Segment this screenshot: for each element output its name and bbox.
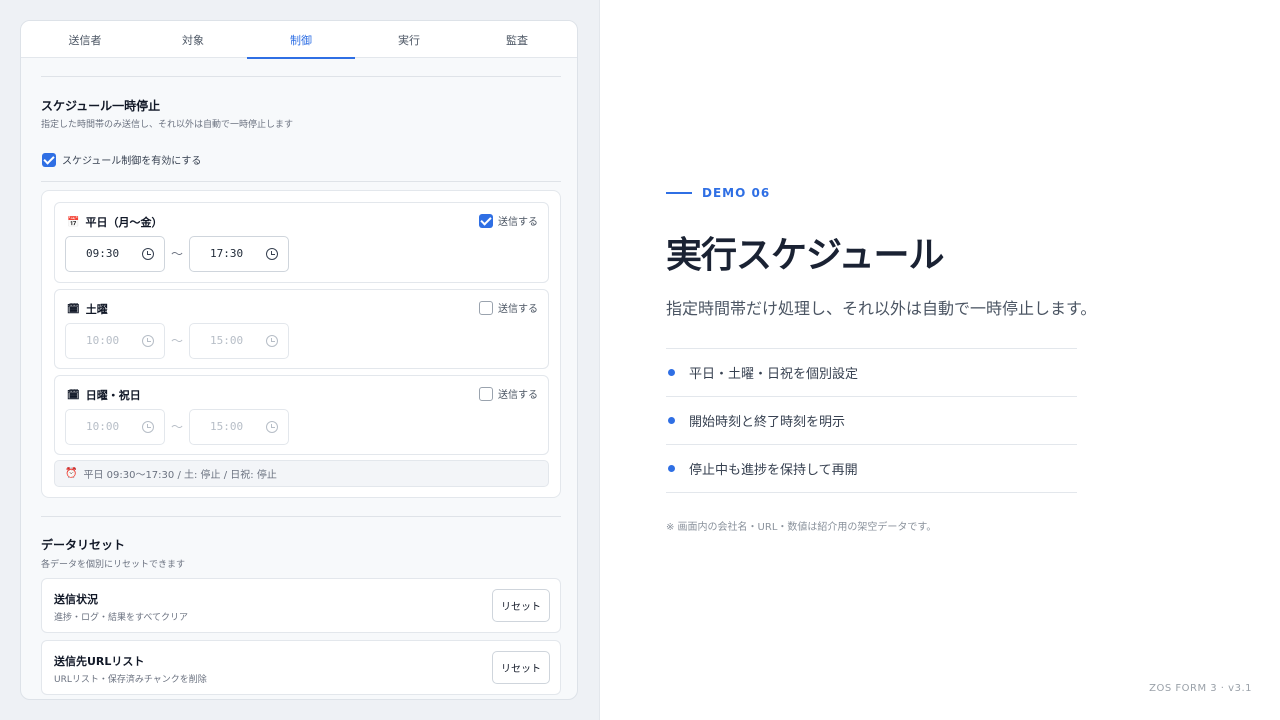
bullet-icon xyxy=(668,465,675,472)
time-separator: 〜 xyxy=(171,420,184,434)
schedule-section-title: スケジュール一時停止 xyxy=(41,99,161,113)
clock-icon xyxy=(266,335,278,347)
reset-section-subtitle: 各データを個別にリセットできます xyxy=(41,560,186,570)
feature-text: 開始時刻と終了時刻を明示 xyxy=(689,415,846,430)
clock-icon xyxy=(266,421,278,433)
saturday-schedule: 🗓 土曜 送信する 10:00 〜 15:00 xyxy=(54,289,549,369)
sunday-holiday-schedule: 🗓 日曜・祝日 送信する 10:00 〜 15:00 xyxy=(54,375,549,455)
sunday-start-value: 10:00 xyxy=(86,420,120,433)
demo-label: DEMO 06 xyxy=(702,186,771,200)
schedule-box: 📅 平日（月〜金） 送信する 09:30 〜 17:30 🗓 土曜 送信する 1… xyxy=(41,190,561,498)
clock-icon xyxy=(142,248,154,260)
hero-title: 実行スケジュール xyxy=(666,235,944,276)
sunday-end-time[interactable]: 15:00 xyxy=(189,409,289,445)
reset-card-url-list: 送信先URLリスト URLリスト・保存済みチャンクを削除 リセット xyxy=(41,640,561,695)
tab-target[interactable]: 対象 xyxy=(139,21,247,58)
reset-url-list-button[interactable]: リセット xyxy=(492,651,550,684)
reset-card-desc: URLリスト・保存済みチャンクを削除 xyxy=(54,675,207,685)
time-separator: 〜 xyxy=(171,334,184,348)
clock-icon xyxy=(142,421,154,433)
saturday-send-checkbox[interactable] xyxy=(479,300,493,315)
clock-icon xyxy=(266,248,278,260)
saturday-start-time[interactable]: 10:00 xyxy=(65,323,165,359)
alarm-clock-icon: ⏰ xyxy=(65,468,78,479)
schedule-summary-text: 平日 09:30〜17:30 / 土: 停止 / 日祝: 停止 xyxy=(83,470,277,481)
feature-item: 平日・土曜・日祝を個別設定 xyxy=(666,349,1077,397)
settings-panel: 送信者 対象 制御 実行 監査 スケジュール一時停止 指定した時間帯のみ送信し、… xyxy=(20,20,578,700)
feature-list: 平日・土曜・日祝を個別設定 開始時刻と終了時刻を明示 停止中も進捗を保持して再開 xyxy=(666,348,1077,493)
clock-icon xyxy=(142,335,154,347)
reset-card-title: 送信先URLリスト xyxy=(54,655,145,668)
schedule-enable-row[interactable]: スケジュール制御を有効にする xyxy=(42,152,201,167)
weekday-send-checkbox[interactable] xyxy=(479,213,493,228)
demo-eyebrow: DEMO 06 xyxy=(666,186,770,200)
eyebrow-line xyxy=(666,192,692,194)
tab-execute[interactable]: 実行 xyxy=(355,21,463,58)
calendar-one-icon: 🗓 xyxy=(67,303,80,315)
feature-item: 停止中も進捗を保持して再開 xyxy=(666,445,1077,493)
calendar-icon: 📅 xyxy=(67,216,80,228)
tab-bar: 送信者 対象 制御 実行 監査 xyxy=(21,21,577,59)
saturday-send-toggle[interactable]: 送信する xyxy=(479,300,538,315)
sunday-holiday-label: 日曜・祝日 xyxy=(85,389,141,402)
tab-sender[interactable]: 送信者 xyxy=(31,21,139,58)
schedule-enable-checkbox[interactable] xyxy=(42,152,56,167)
weekday-start-time[interactable]: 09:30 xyxy=(65,236,165,272)
feature-item: 開始時刻と終了時刻を明示 xyxy=(666,397,1077,445)
reset-section-title: データリセット xyxy=(41,538,126,552)
weekday-send-toggle[interactable]: 送信する xyxy=(479,213,538,228)
weekday-end-value: 17:30 xyxy=(210,247,244,260)
reset-send-status-button[interactable]: リセット xyxy=(492,589,550,622)
sunday-send-checkbox[interactable] xyxy=(479,386,493,401)
feature-text: 平日・土曜・日祝を個別設定 xyxy=(689,367,859,382)
sunday-send-toggle[interactable]: 送信する xyxy=(479,386,538,401)
weekday-end-time[interactable]: 17:30 xyxy=(189,236,289,272)
saturday-start-value: 10:00 xyxy=(86,334,120,347)
sunday-start-time[interactable]: 10:00 xyxy=(65,409,165,445)
weekday-label: 平日（月〜金） xyxy=(85,216,163,229)
bullet-icon xyxy=(668,417,675,424)
section-divider xyxy=(41,181,561,182)
saturday-end-value: 15:00 xyxy=(210,334,244,347)
calendar-one-icon: 🗓 xyxy=(67,389,80,401)
scrollbar-thumb[interactable] xyxy=(577,461,578,656)
schedule-enable-label: スケジュール制御を有効にする xyxy=(62,156,202,167)
feature-text: 停止中も進捗を保持して再開 xyxy=(689,463,858,478)
saturday-send-label: 送信する xyxy=(498,304,538,315)
disclaimer-note: ※ 画面内の会社名・URL・数値は紹介用の架空データです。 xyxy=(666,522,937,533)
schedule-section-subtitle: 指定した時間帯のみ送信し、それ以外は自動で一時停止します xyxy=(41,120,294,130)
section-divider xyxy=(41,76,561,77)
weekday-send-label: 送信する xyxy=(498,217,538,228)
tab-control[interactable]: 制御 xyxy=(247,21,355,59)
version-label: ZOS FORM 3 · v3.1 xyxy=(1149,683,1252,694)
weekday-start-value: 09:30 xyxy=(86,247,120,260)
time-separator: 〜 xyxy=(171,247,184,261)
section-divider xyxy=(41,516,561,517)
schedule-summary: ⏰ 平日 09:30〜17:30 / 土: 停止 / 日祝: 停止 xyxy=(54,460,549,487)
reset-card-desc: 進捗・ログ・結果をすべてクリア xyxy=(54,613,189,623)
weekday-schedule: 📅 平日（月〜金） 送信する 09:30 〜 17:30 xyxy=(54,202,549,283)
tab-audit[interactable]: 監査 xyxy=(463,21,571,58)
reset-card-send-status: 送信状況 進捗・ログ・結果をすべてクリア リセット xyxy=(41,578,561,633)
reset-card-title: 送信状況 xyxy=(54,593,98,606)
saturday-label: 土曜 xyxy=(85,303,108,316)
bullet-icon xyxy=(668,369,675,376)
hero-lead: 指定時間帯だけ処理し、それ以外は自動で一時停止します。 xyxy=(666,299,1097,318)
sunday-send-label: 送信する xyxy=(498,390,538,401)
saturday-end-time[interactable]: 15:00 xyxy=(189,323,289,359)
sunday-end-value: 15:00 xyxy=(210,420,244,433)
